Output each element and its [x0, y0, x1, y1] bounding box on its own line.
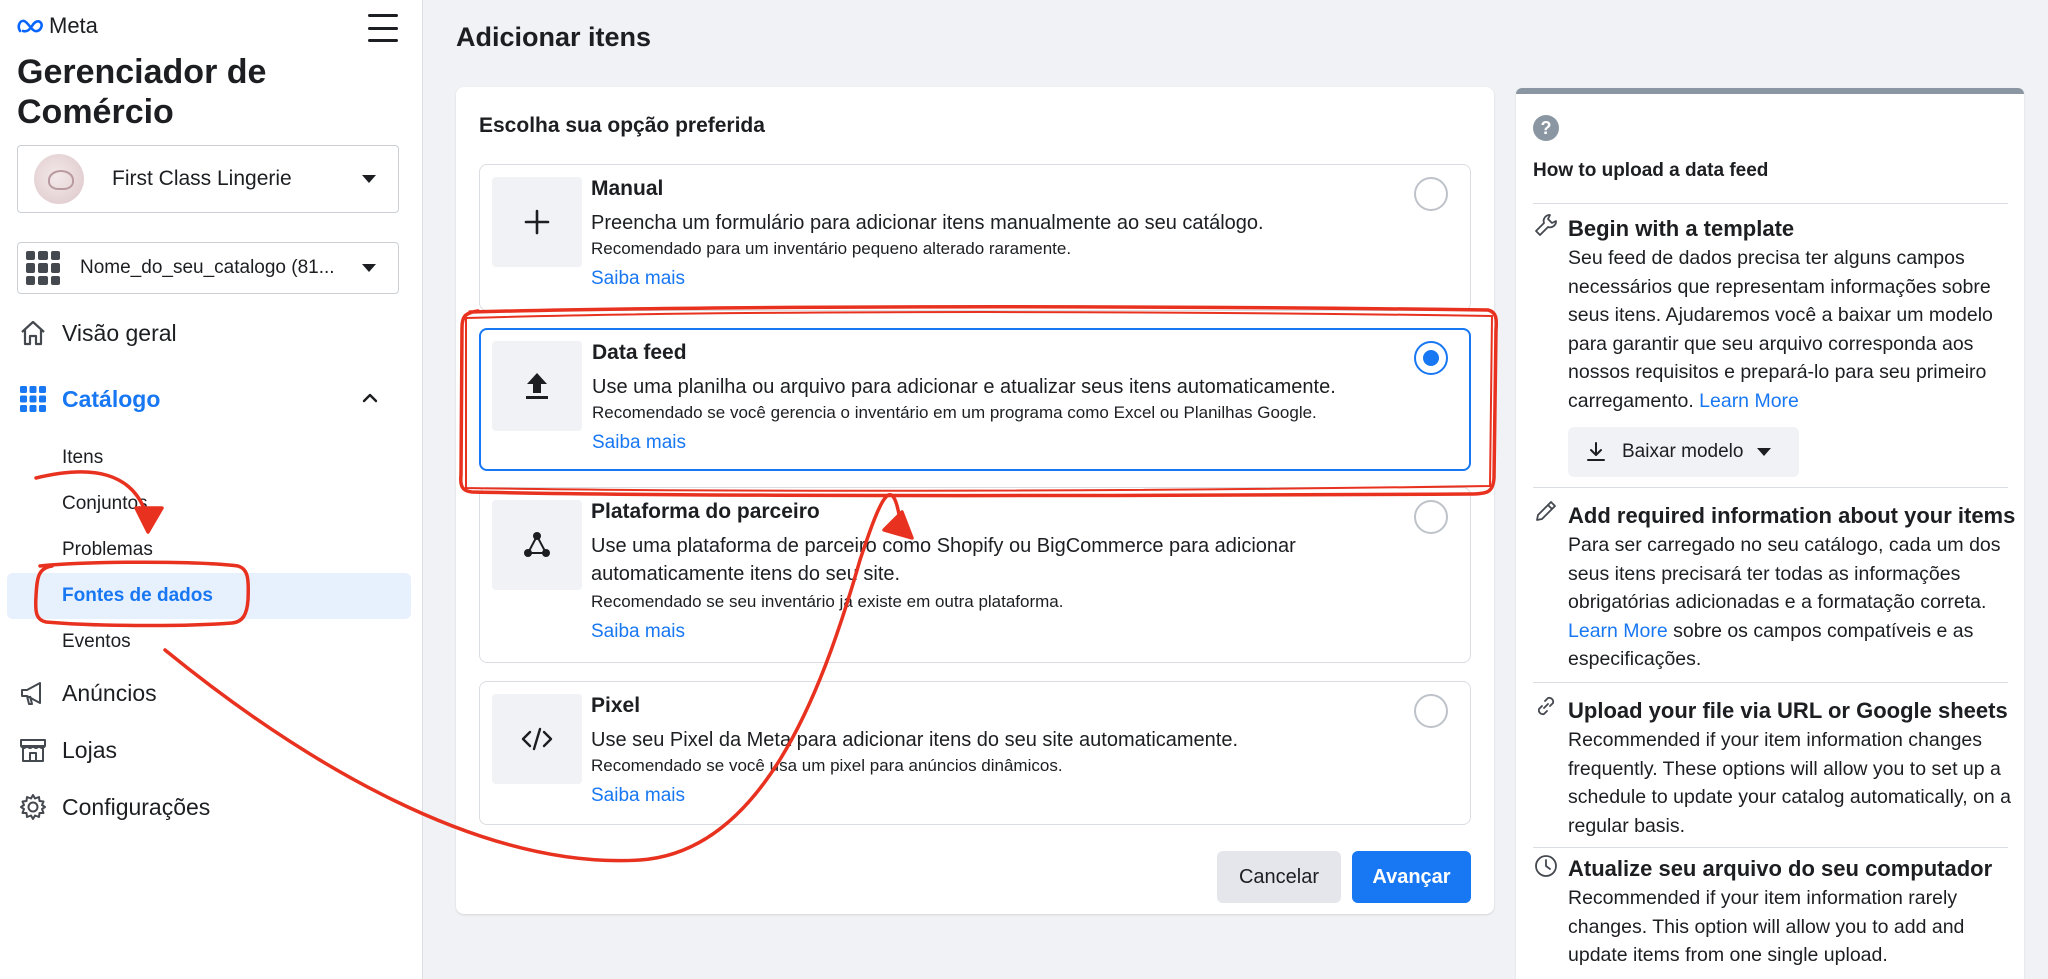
option-title: Plataforma do parceiro: [591, 500, 820, 523]
help-panel: ? How to upload a data feed Begin with a…: [1516, 88, 2024, 979]
help-section-title: Upload your file via URL or Google sheet…: [1568, 698, 2008, 723]
catalog-name: Nome_do_seu_catalogo (81...: [80, 257, 335, 278]
catalog-grid-icon: [26, 251, 60, 285]
help-section-body: Seu feed de dados precisa ter alguns cam…: [1568, 244, 2013, 415]
upload-icon: [492, 341, 582, 431]
learn-more-link[interactable]: Saiba mais: [592, 432, 686, 454]
sidebar: Meta Gerenciador de Comércio First Class…: [0, 0, 423, 979]
option-data-feed[interactable]: Data feed Use uma planilha ou arquivo pa…: [479, 328, 1471, 471]
menu-icon[interactable]: [368, 14, 398, 42]
help-section-body: Recommended if your item information cha…: [1568, 729, 2012, 837]
next-button[interactable]: Avançar: [1352, 851, 1471, 903]
download-button-label: Baixar modelo: [1622, 441, 1744, 462]
option-recommendation: Recomendado se você gerencia o inventári…: [592, 403, 1317, 422]
sidebar-item-sets[interactable]: Conjuntos: [62, 493, 148, 515]
learn-more-link[interactable]: Learn More: [1568, 620, 1668, 642]
store-icon: [18, 735, 48, 765]
meta-infinity-icon: [17, 19, 43, 33]
option-radio[interactable]: [1414, 500, 1448, 534]
nav-item-catalog[interactable]: Catálogo: [18, 384, 160, 414]
clock-icon: [1535, 855, 1557, 877]
code-icon: [492, 694, 582, 784]
business-selector[interactable]: First Class Lingerie: [17, 145, 399, 213]
help-section-title: Add required information about your item…: [1568, 503, 2016, 528]
learn-more-link[interactable]: Learn More: [1699, 390, 1799, 412]
help-section-title: Atualize seu arquivo do seu computador: [1568, 856, 1993, 881]
cancel-button[interactable]: Cancelar: [1217, 851, 1341, 903]
help-question-icon: ?: [1533, 115, 1559, 141]
meta-logo-text: Meta: [49, 13, 98, 38]
caret-down-icon: [362, 175, 376, 183]
caret-down-icon: [362, 264, 376, 272]
help-section-body: Para ser carregado no seu catálogo, cada…: [1568, 531, 2013, 674]
nav-label: Visão geral: [62, 319, 177, 346]
business-name: First Class Lingerie: [112, 167, 292, 190]
sidebar-item-events[interactable]: Eventos: [62, 631, 131, 653]
help-section-title: Begin with a template: [1568, 216, 1795, 241]
business-avatar: [34, 154, 84, 204]
home-icon: [18, 318, 48, 348]
option-radio-selected[interactable]: [1414, 341, 1448, 375]
sidebar-item-issues[interactable]: Problemas: [62, 539, 153, 561]
page-title: Adicionar itens: [456, 22, 652, 52]
caret-down-icon: [1757, 448, 1772, 456]
partner-network-icon: [492, 500, 582, 590]
option-pixel[interactable]: Pixel Use seu Pixel da Meta para adicion…: [479, 681, 1471, 825]
learn-more-link[interactable]: Saiba mais: [591, 621, 685, 643]
divider: [1533, 682, 2008, 683]
options-heading: Escolha sua opção preferida: [479, 114, 765, 137]
option-description: Use seu Pixel da Meta para adicionar ite…: [591, 729, 1239, 751]
divider: [1533, 487, 2008, 488]
plus-icon: [492, 177, 582, 267]
help-section-body: Recommended if your item information rar…: [1568, 887, 1965, 966]
option-description: Preencha um formulário para adicionar it…: [591, 212, 1264, 234]
app-title: Gerenciador de Comércio: [17, 53, 267, 131]
sidebar-item-items[interactable]: Itens: [62, 447, 103, 469]
catalog-selector[interactable]: Nome_do_seu_catalogo (81...: [17, 242, 399, 294]
link-icon: [1537, 696, 1555, 716]
options-card: Escolha sua opção preferida Manual Preen…: [456, 87, 1494, 914]
option-description: Use uma planilha ou arquivo para adicion…: [592, 376, 1336, 398]
download-icon: [1587, 442, 1605, 461]
help-section-text: Seu feed de dados precisa ter alguns cam…: [1568, 247, 1993, 412]
divider: [1533, 203, 2008, 204]
option-radio[interactable]: [1414, 177, 1448, 211]
divider: [1533, 847, 2008, 848]
nav-item-ads[interactable]: Anúncios: [18, 678, 157, 708]
meta-logo[interactable]: Meta: [17, 13, 98, 39]
gear-icon: [18, 792, 48, 822]
option-recommendation: Recomendado para um inventário pequeno a…: [591, 239, 1072, 258]
option-recommendation: Recomendado se seu inventário já existe …: [591, 592, 1064, 611]
chevron-up-icon[interactable]: [362, 390, 378, 406]
nav-item-overview[interactable]: Visão geral: [18, 318, 177, 348]
wrench-icon: [1535, 214, 1557, 236]
option-title: Data feed: [592, 341, 687, 364]
nav-item-settings[interactable]: Configurações: [18, 792, 210, 822]
option-title: Manual: [591, 177, 664, 200]
option-manual[interactable]: Manual Preencha um formulário para adici…: [479, 164, 1471, 311]
nav-item-shops[interactable]: Lojas: [18, 735, 117, 765]
learn-more-link[interactable]: Saiba mais: [591, 785, 685, 807]
help-title: How to upload a data feed: [1533, 160, 1769, 181]
download-template-button[interactable]: Baixar modelo: [1568, 427, 1799, 477]
sidebar-item-data-sources[interactable]: Fontes de dados: [62, 585, 213, 607]
nav-label: Anúncios: [62, 679, 157, 706]
option-partner-platform[interactable]: Plataforma do parceiro Use uma plataform…: [479, 487, 1471, 663]
option-recommendation: Recomendado se você usa um pixel para an…: [591, 756, 1063, 775]
help-section-text: Para ser carregado no seu catálogo, cada…: [1568, 534, 2001, 613]
nav-label: Configurações: [62, 793, 211, 820]
catalog-grid-icon: [18, 384, 48, 414]
option-description: Use uma plataforma de parceiro como Shop…: [591, 535, 1296, 585]
option-radio[interactable]: [1414, 694, 1448, 728]
megaphone-icon: [18, 678, 48, 708]
nav-label: Catálogo: [62, 385, 161, 412]
pencil-icon: [1536, 501, 1556, 521]
nav-label: Lojas: [62, 736, 117, 763]
option-title: Pixel: [591, 694, 641, 717]
learn-more-link[interactable]: Saiba mais: [591, 268, 685, 290]
